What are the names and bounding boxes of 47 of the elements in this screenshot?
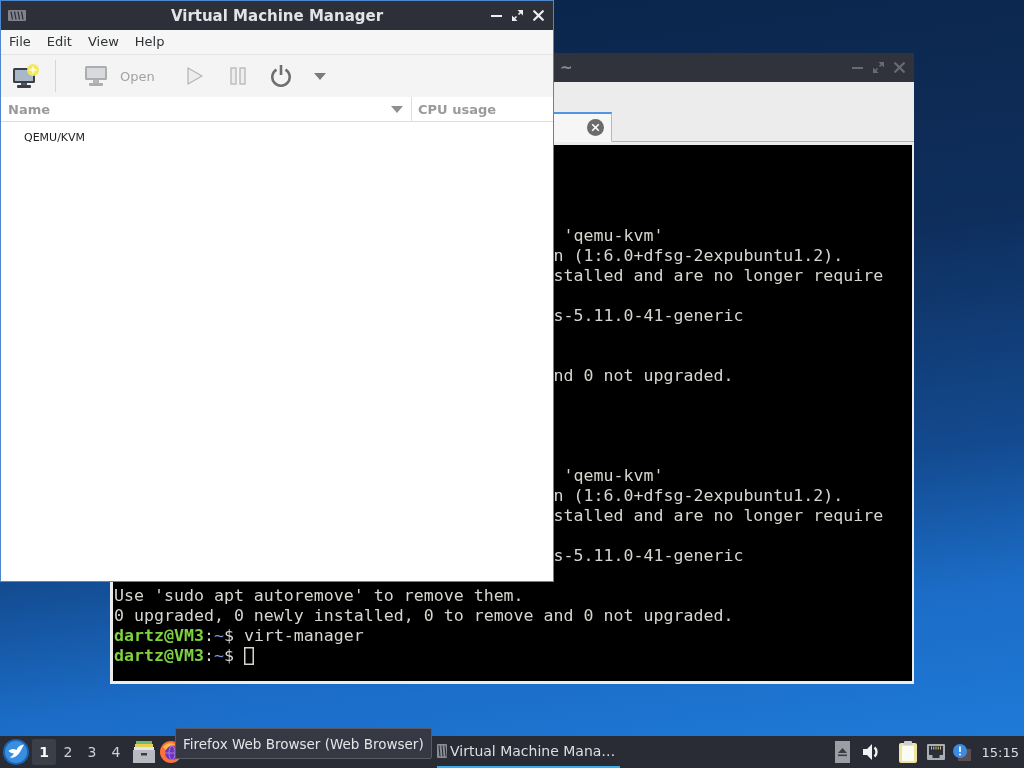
app-logo-icon [8, 10, 26, 21]
terminal-line: 'qemu-kvm' [562, 226, 664, 246]
menu-item[interactable]: View [79, 30, 127, 54]
monitor-icon [85, 66, 107, 86]
file-cabinet-icon[interactable] [133, 741, 155, 763]
new-vm-button[interactable] [10, 61, 42, 91]
workspace-button[interactable]: 4 [104, 739, 128, 765]
workspace-button[interactable]: 2 [56, 739, 80, 765]
workspace-button[interactable]: 3 [80, 739, 104, 765]
sort-caret-icon [391, 105, 403, 113]
terminal-line: 0 upgraded, 0 newly installed, 0 to remove and 0 not upgraded. [114, 606, 734, 626]
terminal-line: s-5.11.0-41-generic [553, 306, 744, 326]
menu-item[interactable]: Help [126, 30, 173, 54]
prompt-line: dartz@VM3:~$ [114, 646, 234, 666]
window-title: ~ [560, 58, 573, 77]
play-icon [186, 67, 203, 85]
close-icon[interactable] [587, 119, 604, 136]
clock[interactable]: 15:15 [981, 744, 1019, 760]
menu-item[interactable]: Edit [38, 30, 80, 54]
menu-item[interactable]: File [1, 30, 39, 54]
task-button[interactable]: Virtual Machine Mana… [437, 736, 620, 768]
workspace-button[interactable]: 1 [32, 739, 56, 765]
bird-logo-icon[interactable] [3, 739, 29, 765]
pause-icon [229, 67, 246, 85]
terminal-line: 'qemu-kvm' [562, 466, 664, 486]
caret-icon [313, 72, 326, 80]
terminal-line: nd 0 not upgraded. [553, 366, 734, 386]
minimize-icon[interactable] [491, 14, 502, 17]
terminal-line: stalled and are no longer require [553, 266, 884, 286]
terminal-tab[interactable] [554, 112, 612, 142]
list-item[interactable]: QEMU/KVM [24, 131, 86, 144]
terminal-line: s-5.11.0-41-generic [553, 546, 744, 566]
tooltip: Firefox Web Browser (Web Browser) [175, 728, 432, 759]
clipboard-icon[interactable] [898, 741, 917, 763]
window-title: Virtual Machine Manager [170, 6, 384, 25]
power-icon [269, 65, 292, 87]
terminal-line: n (1:6.0+dfsg-2expubuntu1.2). [553, 246, 844, 266]
terminal-line: n (1:6.0+dfsg-2expubuntu1.2). [553, 486, 844, 506]
speaker-icon[interactable] [862, 744, 880, 760]
terminal-line: stalled and are no longer require [553, 506, 884, 526]
eject-icon[interactable] [834, 741, 850, 763]
prompt-line: dartz@VM3:~$ virt-manager [114, 626, 364, 646]
alert-icon[interactable] [952, 743, 971, 761]
terminal-line: Use 'sudo apt autoremove' to remove them. [114, 586, 524, 606]
monitor-star-icon [13, 64, 39, 88]
network-port-icon[interactable] [926, 744, 945, 760]
app-logo-icon [437, 744, 447, 758]
